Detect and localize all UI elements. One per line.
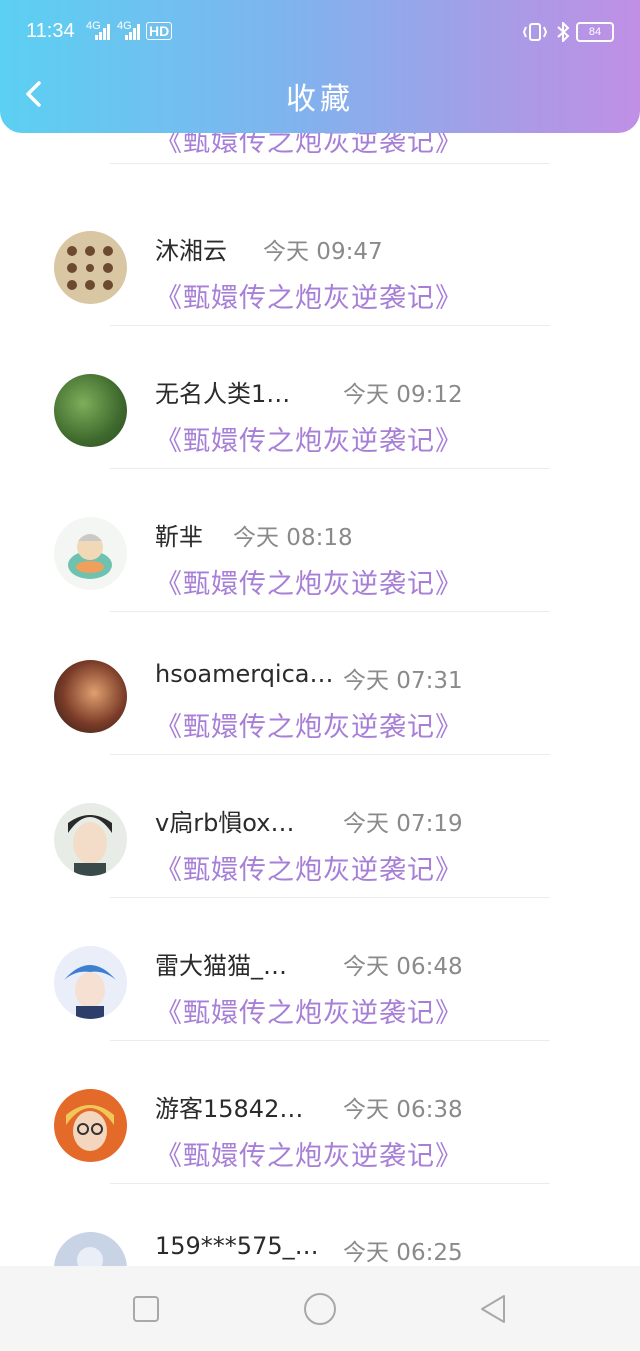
book-title: 《甄嬛传之炮灰逆袭记》 bbox=[155, 133, 463, 158]
avatar bbox=[54, 374, 127, 447]
favorite-time: 今天 06:38 bbox=[343, 1097, 463, 1123]
user-name: v扃rb愪ox… bbox=[155, 809, 295, 837]
list-item[interactable]: 159***575_… 今天 06:25 bbox=[0, 1167, 640, 1266]
avatar bbox=[54, 1232, 127, 1266]
list-item[interactable]: 雷大猫猫_… 今天 06:48 《甄嬛传之炮灰逆袭记》 bbox=[0, 881, 640, 1041]
list-item[interactable]: 沐湘云 今天 09:47 《甄嬛传之炮灰逆袭记》 bbox=[0, 166, 640, 326]
user-name: 159***575_… bbox=[155, 1232, 319, 1260]
battery-indicator: 84 bbox=[576, 22, 614, 42]
status-time: 11:34 bbox=[26, 20, 75, 42]
avatar bbox=[54, 517, 127, 590]
user-name: 无名人类1… bbox=[155, 380, 291, 408]
avatar bbox=[54, 946, 127, 1019]
vibrate-icon bbox=[522, 23, 548, 41]
user-name: 沐湘云 bbox=[155, 237, 227, 265]
favorite-time: 今天 07:31 bbox=[343, 668, 463, 694]
favorite-time: 今天 06:48 bbox=[343, 954, 463, 980]
page-title: 收藏 bbox=[286, 82, 354, 117]
favorite-time: 今天 07:19 bbox=[343, 811, 463, 837]
list-item[interactable]: 游客15842… 今天 06:38 《甄嬛传之炮灰逆袭记》 bbox=[0, 1024, 640, 1184]
avatar bbox=[54, 803, 127, 876]
signal-icon-2 bbox=[125, 24, 140, 40]
home-circle-icon[interactable] bbox=[303, 1292, 337, 1326]
favorite-time: 今天 09:47 bbox=[263, 239, 383, 265]
avatar bbox=[54, 231, 127, 304]
list-item[interactable]: 无名人类1… 今天 09:12 《甄嬛传之炮灰逆袭记》 bbox=[0, 309, 640, 469]
header: 11:34 4G 4G HD 84 收藏 bbox=[0, 0, 640, 133]
list-item[interactable]: hsoamerqica… 今天 07:31 《甄嬛传之炮灰逆袭记》 bbox=[0, 595, 640, 755]
bluetooth-icon bbox=[557, 22, 570, 42]
list-item[interactable]: 靳芈 今天 08:18 《甄嬛传之炮灰逆袭记》 bbox=[0, 452, 640, 612]
user-name: 游客15842… bbox=[155, 1095, 304, 1123]
hd-badge: HD bbox=[146, 22, 173, 40]
favorite-time: 今天 09:12 bbox=[343, 382, 463, 408]
list-item[interactable]: v扃rb愪ox… 今天 07:19 《甄嬛传之炮灰逆袭记》 bbox=[0, 738, 640, 898]
divider bbox=[110, 163, 550, 164]
user-name: hsoamerqica… bbox=[155, 660, 334, 688]
status-bar: 11:34 4G 4G HD 84 bbox=[0, 0, 640, 64]
recent-apps-square-icon[interactable] bbox=[132, 1295, 160, 1323]
signal-icon bbox=[95, 24, 110, 40]
user-name: 靳芈 bbox=[155, 523, 203, 551]
avatar bbox=[54, 660, 127, 733]
list-item[interactable]: 《甄嬛传之炮灰逆袭记》 bbox=[0, 133, 640, 166]
back-triangle-icon[interactable] bbox=[478, 1294, 508, 1324]
favorite-time: 今天 06:25 bbox=[343, 1240, 463, 1266]
avatar bbox=[54, 1089, 127, 1162]
user-name: 雷大猫猫_… bbox=[155, 952, 287, 980]
favorites-list[interactable]: 《甄嬛传之炮灰逆袭记》 沐湘云 今天 09:47 《甄嬛传之炮灰逆袭记》 无名人… bbox=[0, 133, 640, 1266]
favorite-time: 今天 08:18 bbox=[233, 525, 353, 551]
system-nav-bar bbox=[0, 1266, 640, 1351]
